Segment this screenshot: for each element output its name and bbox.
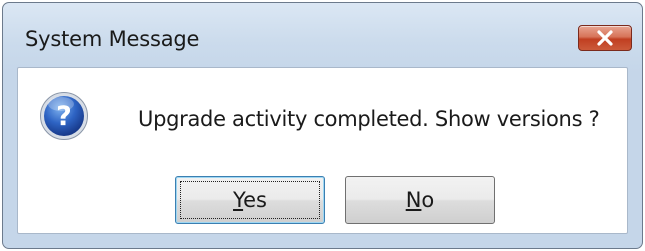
message-panel: ? Upgrade activity completed. Show versi… — [17, 67, 628, 234]
question-icon: ? — [39, 91, 89, 141]
svg-text:?: ? — [56, 101, 72, 132]
yes-label-rest: es — [243, 188, 267, 212]
yes-button[interactable]: Yes — [175, 176, 325, 224]
system-message-dialog: System Message ? Upgrade activity comple… — [2, 2, 643, 249]
title-bar[interactable]: System Message — [3, 3, 642, 75]
yes-button-label: Yes — [233, 188, 267, 212]
message-text: Upgrade activity completed. Show version… — [138, 107, 600, 131]
no-label-rest: o — [421, 188, 435, 212]
no-mnemonic: N — [405, 188, 422, 212]
window-title: System Message — [25, 27, 200, 51]
no-button[interactable]: No — [345, 176, 495, 224]
no-button-label: No — [406, 188, 435, 212]
yes-mnemonic: Y — [233, 188, 244, 212]
close-button[interactable] — [578, 25, 632, 51]
close-icon — [579, 26, 631, 50]
